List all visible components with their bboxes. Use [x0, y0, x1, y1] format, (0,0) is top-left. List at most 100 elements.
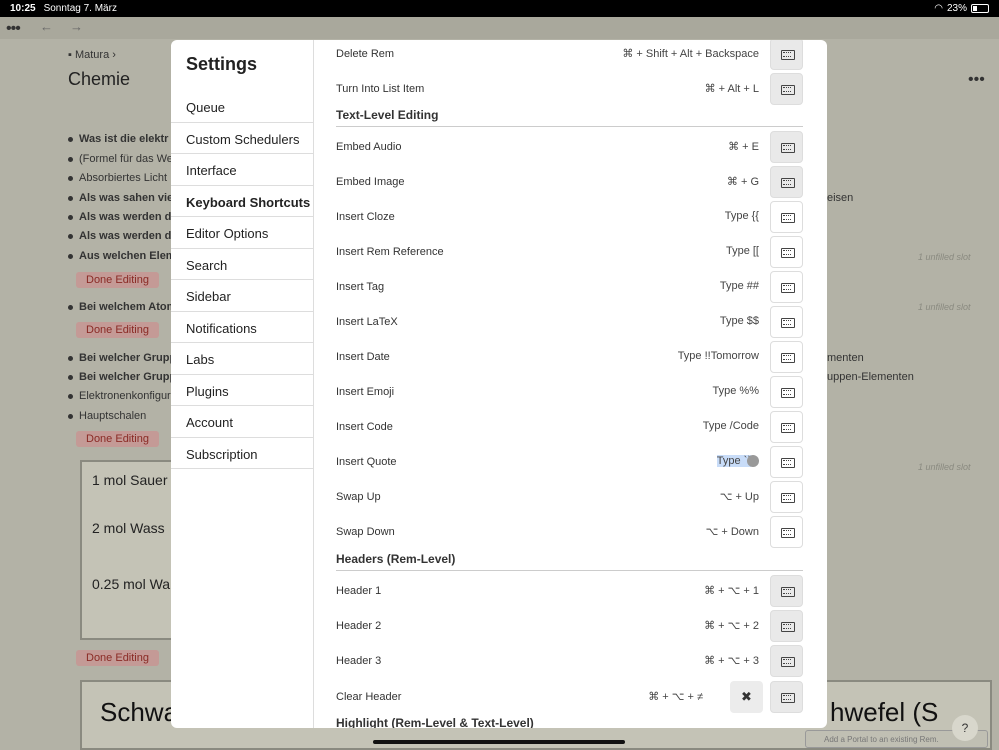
keyboard-icon[interactable]	[770, 575, 803, 607]
shortcut-label: Delete Rem	[336, 48, 395, 60]
rem-line[interactable]: Als was werden d	[68, 230, 171, 242]
keyboard-icon[interactable]	[770, 610, 803, 642]
rem-line[interactable]: Als was werden d	[68, 211, 171, 223]
bottom-text-right: hwefel (S	[830, 697, 939, 727]
image-card[interactable]: 1 mol Sauer 2 mol Wass 0.25 mol Wa	[80, 460, 175, 640]
battery-percent: 23%	[946, 3, 967, 14]
sidebar-item-subscription[interactable]: Subscription	[171, 438, 313, 469]
keyboard-icon[interactable]	[770, 40, 803, 70]
shortcut-row-header-1: Header 1 ⌘ + ⌥ + 1	[336, 574, 803, 609]
shortcut-label: Embed Audio	[336, 141, 402, 153]
help-button[interactable]: ?	[952, 715, 978, 741]
shortcut-keys: Type %%	[712, 385, 759, 397]
shortcut-keys-selected[interactable]: Type ``	[716, 455, 759, 468]
text-cursor-handle[interactable]	[747, 455, 759, 468]
document-more-icon[interactable]: •••	[968, 71, 985, 89]
keyboard-icon[interactable]	[770, 516, 803, 548]
shortcut-label: Header 3	[336, 655, 382, 667]
back-arrow-icon[interactable]: ←	[40, 19, 53, 34]
shortcut-row-swap-down: Swap Down ⌥ + Down	[336, 515, 803, 550]
done-editing-button[interactable]: Done Editing	[76, 431, 159, 447]
selected-shortcut-text: Type ``	[716, 455, 751, 467]
keyboard-icon[interactable]	[770, 411, 803, 443]
done-editing-button[interactable]: Done Editing	[76, 650, 159, 666]
sidebar-item-plugins[interactable]: Plugins	[171, 375, 313, 406]
rem-line[interactable]: Bei welcher Grupp	[68, 371, 176, 383]
wifi-icon: ◠	[934, 3, 943, 14]
rem-line[interactable]: Als was sahen vie	[68, 192, 173, 204]
keyboard-icon[interactable]	[770, 341, 803, 373]
shortcut-keys: Type /Code	[702, 420, 759, 432]
shortcut-keys: Type ##	[719, 280, 759, 292]
keyboard-icon[interactable]	[770, 645, 803, 677]
section-header-highlight: Highlight (Rem-Level & Text-Level)	[336, 716, 534, 728]
done-editing-button[interactable]: Done Editing	[76, 272, 159, 288]
settings-modal: Settings Queue Custom Schedulers Interfa…	[171, 40, 827, 728]
shortcut-label: Swap Down	[336, 526, 395, 538]
sidebar-item-queue[interactable]: Queue	[171, 91, 313, 123]
shortcut-keys: ⌘ + ⌥ + 2	[704, 620, 759, 632]
keyboard-icon[interactable]	[770, 306, 803, 338]
rem-line[interactable]: Bei welcher Grupp	[68, 352, 176, 364]
sidebar-item-account[interactable]: Account	[171, 406, 313, 438]
shortcut-keys: ⌥ + Up	[719, 491, 759, 503]
shortcut-label: Header 2	[336, 620, 382, 632]
box-line: 2 mol Wass	[92, 520, 165, 536]
keyboard-icon[interactable]	[770, 271, 803, 303]
rem-line[interactable]: Hauptschalen	[68, 410, 146, 422]
sidebar-item-search[interactable]: Search	[171, 249, 313, 280]
keyboard-icon[interactable]	[770, 681, 803, 713]
rem-line-tail: eisen	[827, 192, 854, 204]
sidebar-item-keyboard-shortcuts[interactable]: Keyboard Shortcuts	[171, 186, 313, 217]
shortcuts-list: Delete Rem ⌘ + Shift + Alt + Backspace T…	[314, 40, 827, 728]
keyboard-icon[interactable]	[770, 236, 803, 268]
breadcrumb[interactable]: ▪ Matura ›	[68, 49, 116, 61]
shortcut-label: Insert Rem Reference	[336, 246, 444, 258]
sidebar-item-custom-schedulers[interactable]: Custom Schedulers	[171, 123, 313, 154]
breadcrumb-label: Matura	[74, 49, 110, 61]
rem-line[interactable]: Was ist die elektr	[68, 133, 168, 145]
keyboard-icon[interactable]	[770, 376, 803, 408]
rem-line[interactable]: Elektronenkonfigur	[68, 390, 171, 402]
done-editing-button[interactable]: Done Editing	[76, 322, 159, 338]
sidebar-item-labs[interactable]: Labs	[171, 343, 313, 375]
shortcut-keys: Type {{	[724, 210, 759, 222]
shortcut-row-insert-code: Insert Code Type /Code	[336, 410, 803, 445]
sidebar-item-notifications[interactable]: Notifications	[171, 312, 313, 343]
bottom-text-left: Schwa	[100, 697, 179, 727]
shortcut-label: Turn Into List Item	[336, 83, 425, 95]
shortcut-label: Insert Quote	[336, 456, 397, 468]
rem-line[interactable]: Bei welchem Atom	[68, 301, 176, 313]
shortcut-keys: ⌘ + ⌥ + 3	[704, 655, 759, 667]
forward-arrow-icon[interactable]: →	[70, 19, 83, 34]
shortcut-label: Insert Emoji	[336, 386, 395, 398]
home-indicator[interactable]	[373, 740, 625, 744]
keyboard-icon[interactable]	[770, 446, 803, 478]
sidebar-item-interface[interactable]: Interface	[171, 154, 313, 186]
rem-line[interactable]: Aus welchen Elem	[68, 250, 176, 262]
keyboard-icon[interactable]	[770, 131, 803, 163]
box-line: 1 mol Sauer	[92, 472, 168, 488]
document-topbar: ••• ← →	[0, 17, 999, 39]
unfilled-slot-label: 1 unfilled slot	[918, 252, 971, 262]
sidebar-item-editor-options[interactable]: Editor Options	[171, 217, 313, 249]
keyboard-icon[interactable]	[770, 73, 803, 105]
shortcut-label: Insert Date	[336, 351, 390, 363]
sidebar-item-sidebar[interactable]: Sidebar	[171, 280, 313, 312]
shortcut-row-embed-audio: Embed Audio ⌘ + E	[336, 130, 803, 165]
section-header-headers: Headers (Rem-Level)	[336, 552, 803, 571]
keyboard-icon[interactable]	[770, 166, 803, 198]
keyboard-icon[interactable]	[770, 481, 803, 513]
rem-line[interactable]: Absorbiertes Licht	[68, 172, 167, 184]
keyboard-icon[interactable]	[770, 201, 803, 233]
clear-shortcut-icon[interactable]: ✖	[730, 681, 763, 713]
rem-line[interactable]: (Formel für das We	[68, 153, 173, 165]
status-time: 10:25	[10, 3, 36, 14]
more-dots-icon[interactable]: •••	[6, 20, 21, 38]
shortcut-keys: ⌘ + ⌥ + ≠	[648, 691, 703, 703]
shortcut-row-header-3: Header 3 ⌘ + ⌥ + 3	[336, 644, 803, 679]
shortcut-keys: ⌘ + E	[728, 141, 759, 153]
settings-sidebar: Settings Queue Custom Schedulers Interfa…	[171, 40, 314, 728]
shortcut-keys: ⌘ + Shift + Alt + Backspace	[622, 48, 759, 60]
battery-icon	[971, 4, 989, 13]
